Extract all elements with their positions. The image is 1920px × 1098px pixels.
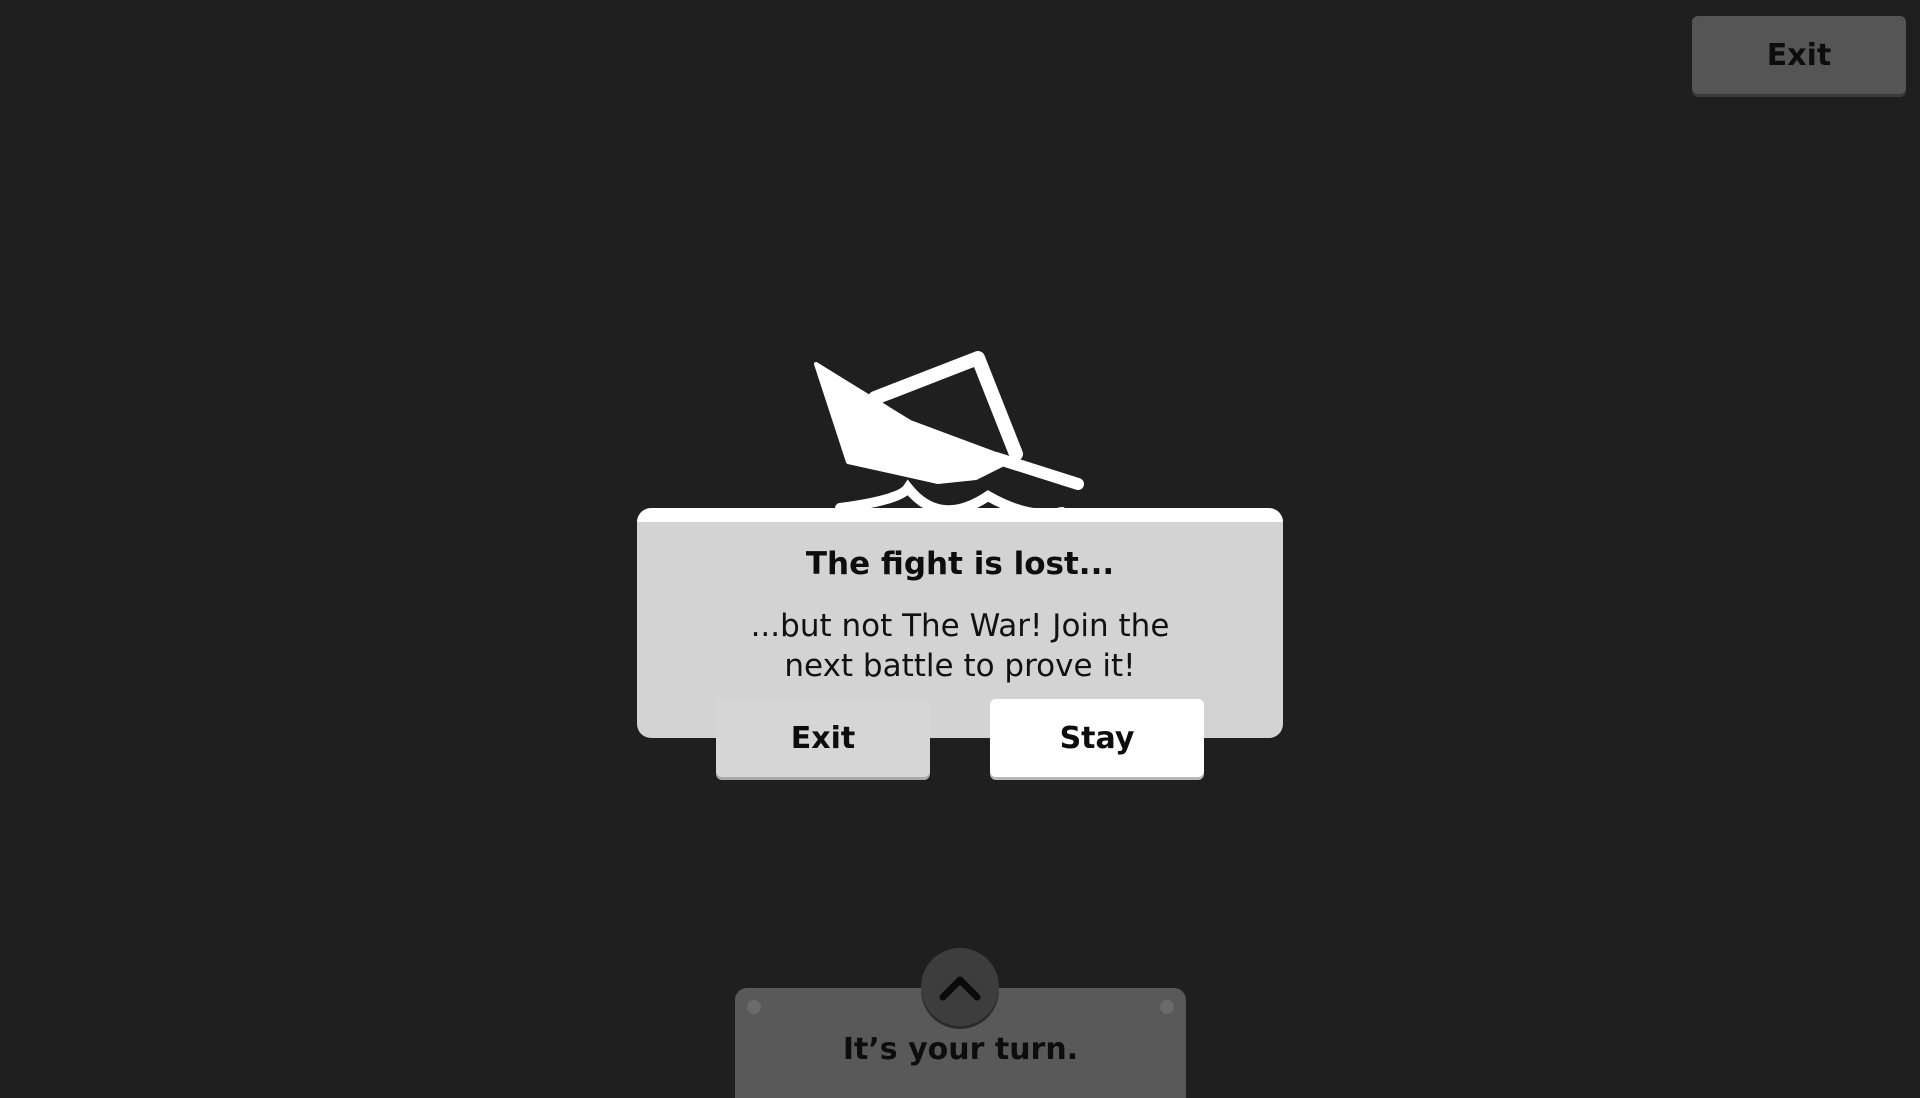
top-exit-button[interactable]: Exit <box>1692 16 1906 94</box>
sinking-ship-icon <box>800 351 1100 530</box>
dialog-exit-button[interactable]: Exit <box>716 699 930 777</box>
dialog-message: ...but not The War! Join the next battle… <box>750 608 1170 684</box>
rivet-decoration <box>1160 1000 1174 1014</box>
expand-panel-button[interactable] <box>921 948 999 1026</box>
turn-message: It’s your turn. <box>842 1032 1079 1067</box>
rivet-decoration <box>747 1000 761 1014</box>
chevron-up-icon <box>939 976 981 1001</box>
dialog-stay-button[interactable]: Stay <box>990 699 1204 777</box>
dialog-title: The fight is lost... <box>805 546 1115 582</box>
